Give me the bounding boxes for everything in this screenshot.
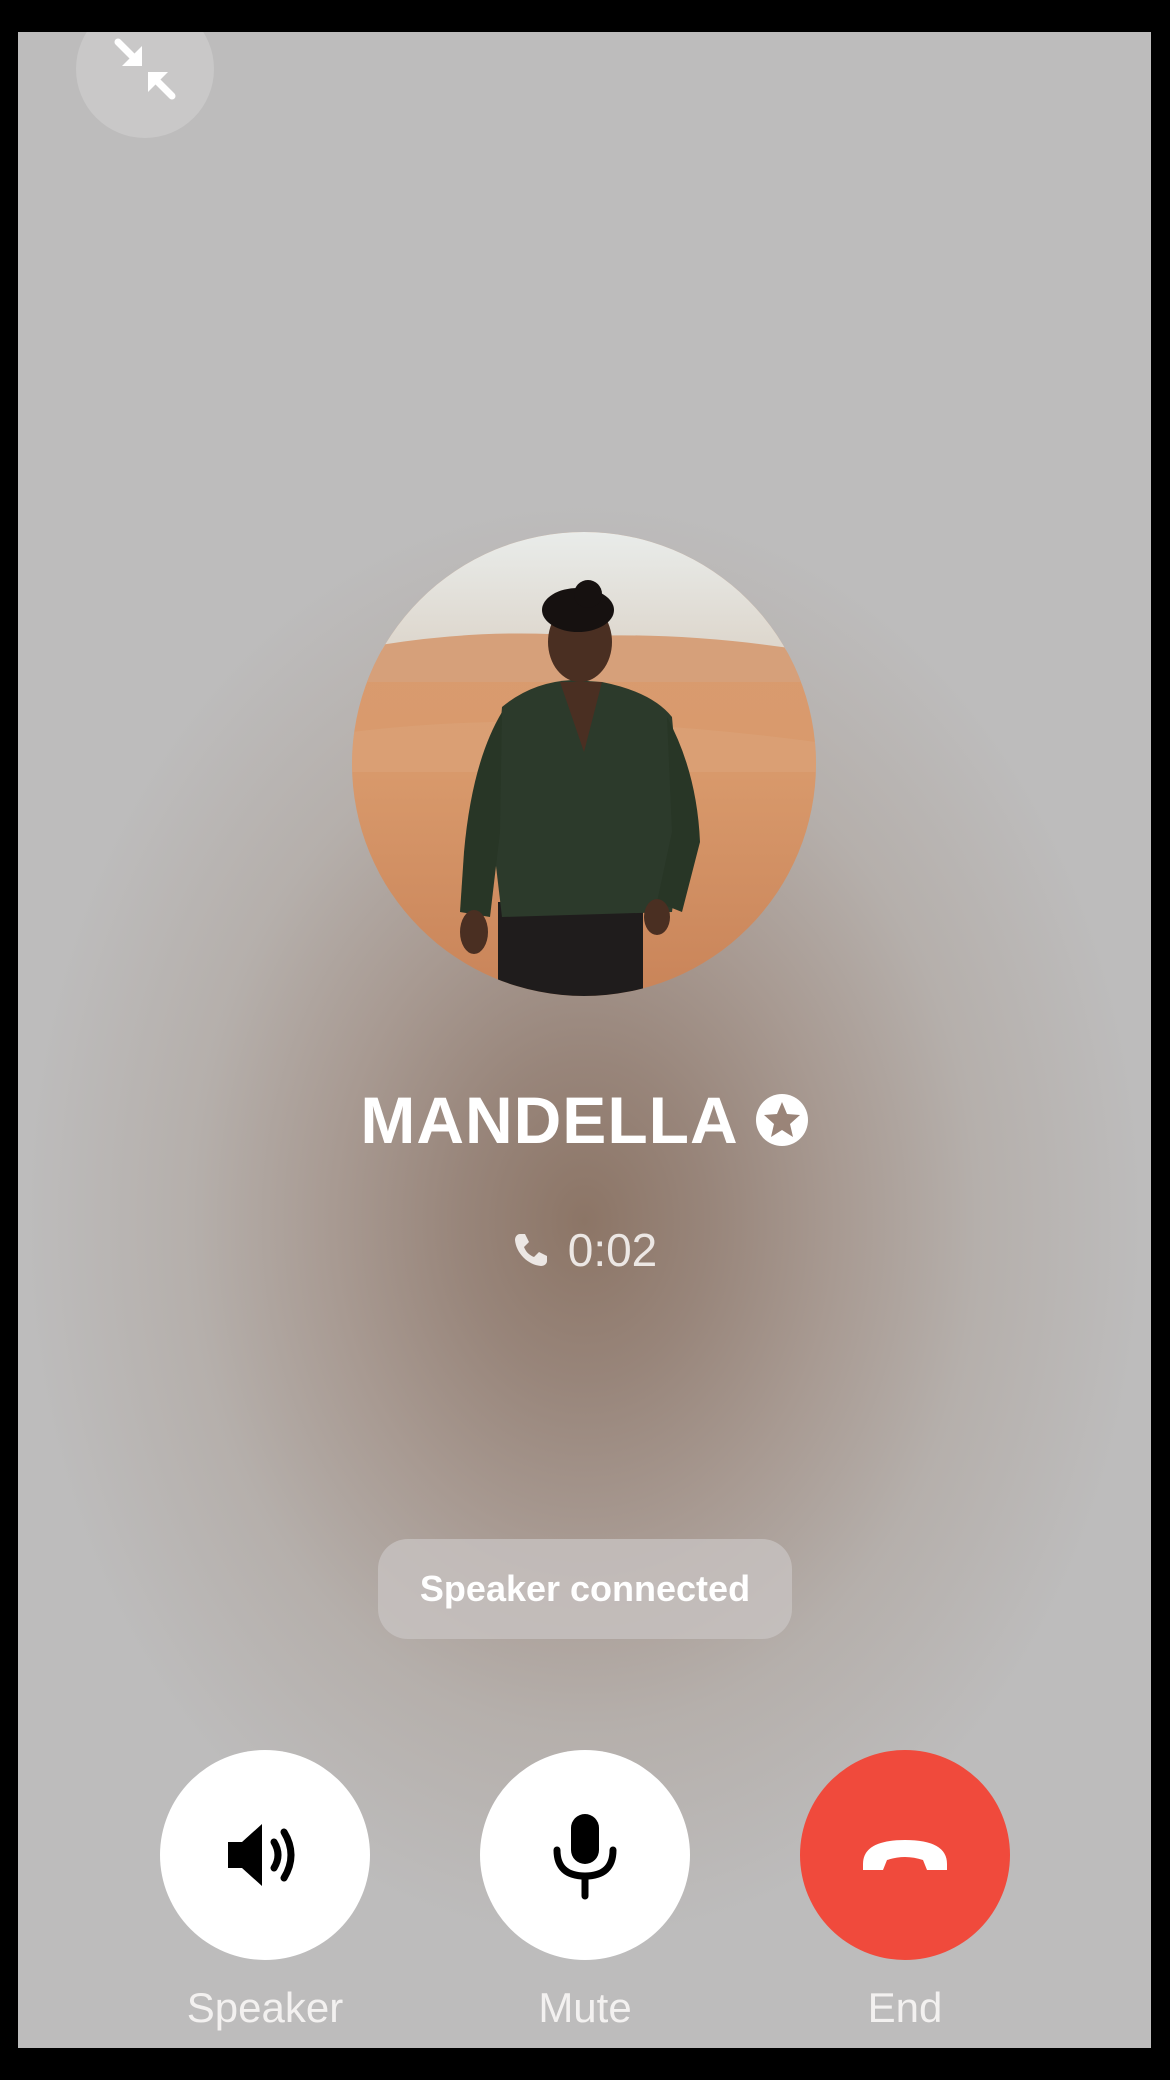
- speaker-label: Speaker: [186, 1984, 344, 2031]
- minimize-arrows-icon: [114, 38, 176, 100]
- phone-icon: [514, 1234, 547, 1266]
- caller-avatar: [352, 532, 816, 996]
- call-screen: MANDELLA 0:02 Speaker connected Speaker …: [18, 32, 1151, 2048]
- end-label: End: [867, 1984, 943, 2031]
- end-call-button[interactable]: [800, 1750, 1010, 1960]
- speaker-icon: [228, 1824, 295, 1886]
- speaker-toast: Speaker connected: [378, 1539, 792, 1639]
- caller-name-row: MANDELLA: [18, 1072, 1151, 1168]
- minimize-button[interactable]: [76, 32, 214, 138]
- call-duration-row: 0:02: [18, 1217, 1151, 1283]
- call-timer: 0:02: [567, 1224, 658, 1276]
- microphone-icon: [553, 1814, 617, 1900]
- toast-message: Speaker connected: [419, 1568, 751, 1609]
- caller-name: MANDELLA: [360, 1083, 739, 1157]
- hang-up-icon: [863, 1840, 947, 1870]
- mute-label: Mute: [538, 1984, 632, 2031]
- star-badge-icon: [755, 1094, 808, 1146]
- speaker-button[interactable]: [160, 1750, 370, 1960]
- mute-button[interactable]: [480, 1750, 690, 1960]
